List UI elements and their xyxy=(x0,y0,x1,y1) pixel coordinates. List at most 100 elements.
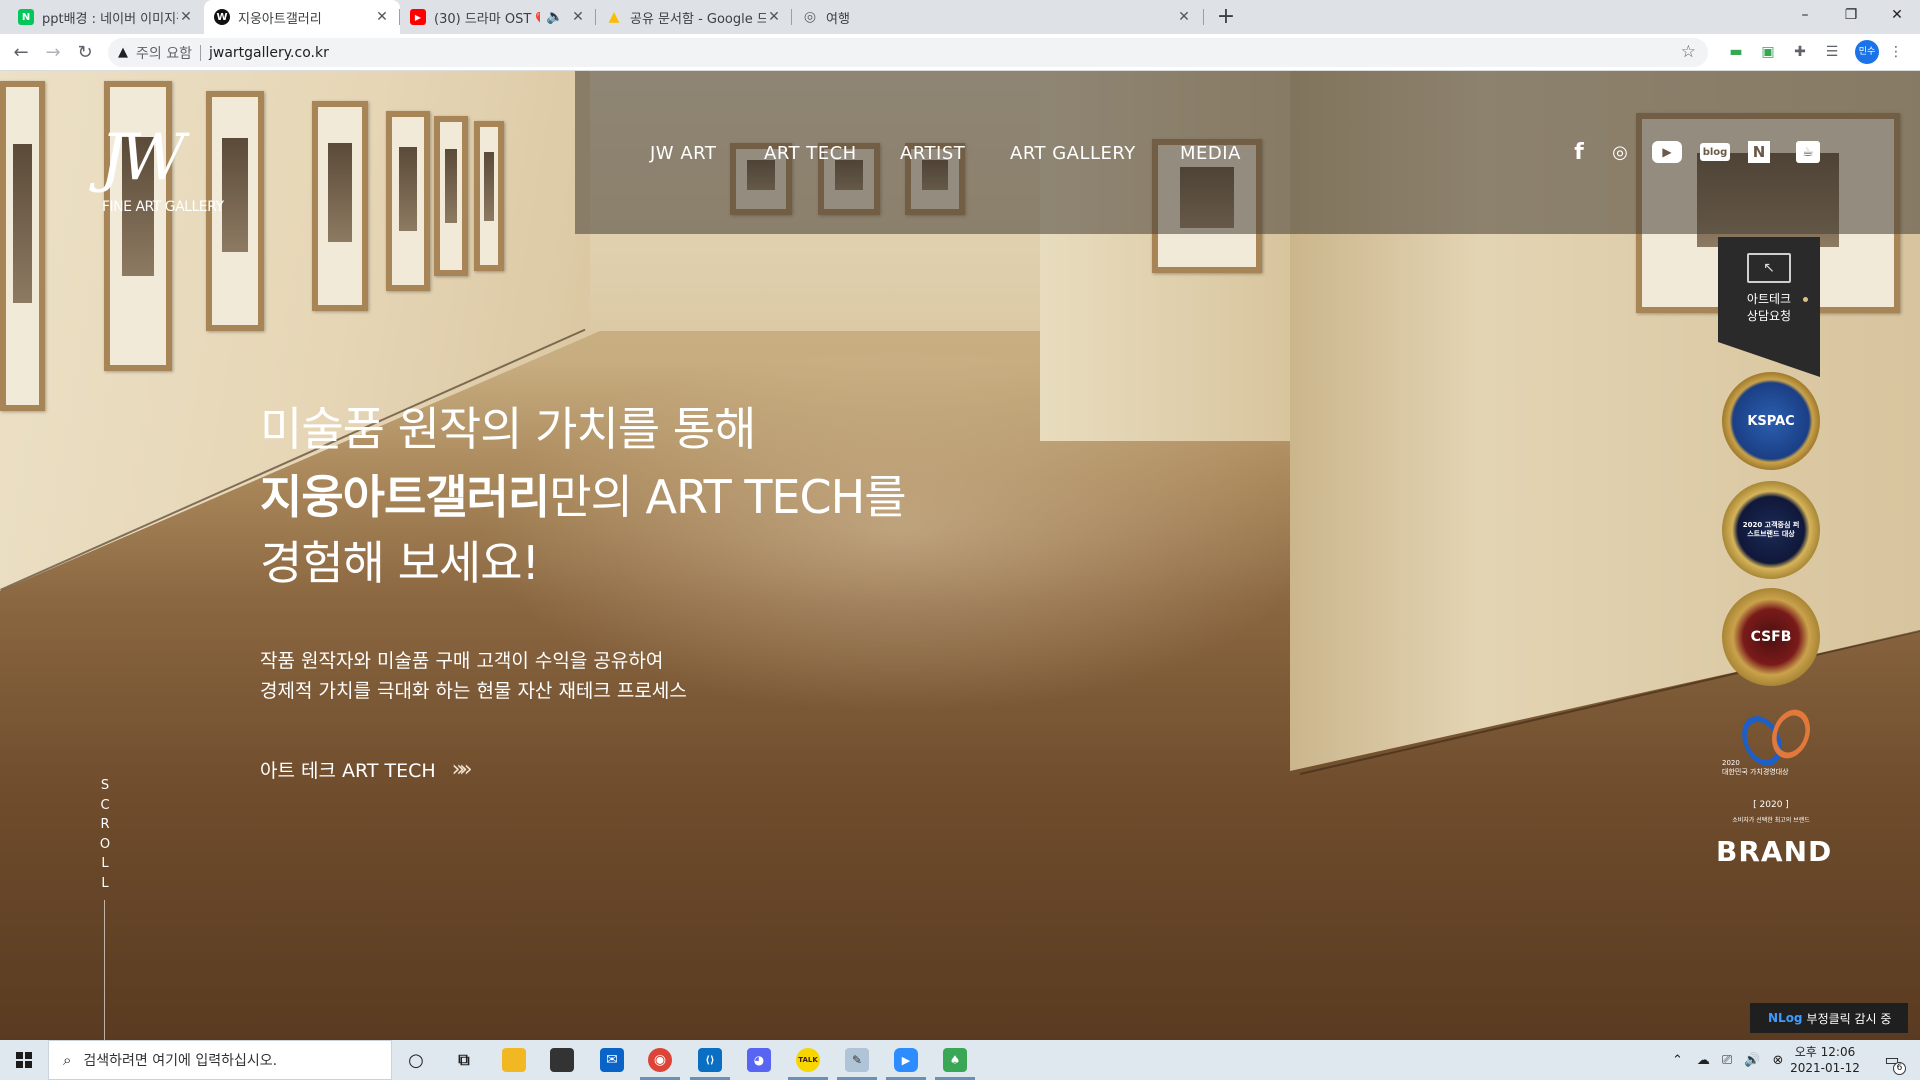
art-tech-link-label: 아트 테크 ART TECH xyxy=(260,760,436,782)
hero-description-line1: 작품 원작자와 미술품 구매 고객이 수익을 공유하여 xyxy=(260,650,664,672)
nav-art-gallery[interactable]: ART GALLERY xyxy=(1010,143,1136,164)
hero-headline-line2: 지웅아트갤러리만의 ART TECH를 xyxy=(260,461,907,527)
extension-chat-icon[interactable]: ▬ xyxy=(1726,42,1746,62)
forward-button[interactable]: → xyxy=(40,40,66,66)
chrome-icon[interactable]: ◉ xyxy=(648,1048,672,1072)
close-tab-icon[interactable]: ✕ xyxy=(1176,9,1192,25)
extensions-puzzle-icon[interactable]: ✚ xyxy=(1790,42,1810,62)
tab-title: 지웅아트갤러리 xyxy=(238,11,322,27)
close-tab-icon[interactable]: ✕ xyxy=(570,9,586,25)
url-text[interactable]: jwartgallery.co.kr xyxy=(209,45,329,61)
tab-travel[interactable]: ◎ 여행 ✕ xyxy=(792,0,1202,34)
discord-icon[interactable]: ◕ xyxy=(747,1048,771,1072)
instagram-icon[interactable]: ◎ xyxy=(1607,139,1633,165)
profile-avatar[interactable]: 민수 xyxy=(1855,40,1879,64)
tab-jiwoong-art-gallery[interactable]: W 지웅아트갤러리 ✕ xyxy=(204,0,400,34)
brand-award-subtitle: 소비자가 선택한 최고의 브랜드 xyxy=(1732,817,1810,824)
logo-mark: JW xyxy=(100,121,185,195)
hero-headline-line2-rest: 만의 ART TECH를 xyxy=(549,470,906,524)
task-view-icon[interactable]: ⧉ xyxy=(452,1048,476,1072)
taskbar-search-placeholder: 검색하려면 여기에 입력하십시오. xyxy=(83,1053,278,1069)
start-button[interactable] xyxy=(0,1040,48,1080)
show-hidden-icons-chevron-icon[interactable]: ⌃ xyxy=(1672,1053,1683,1068)
mail-icon[interactable]: ✉ xyxy=(600,1048,624,1072)
tab-title: 여행 xyxy=(826,11,850,27)
onedrive-cloud-icon[interactable]: ☁ xyxy=(1697,1053,1710,1068)
hero-description-line2: 경제적 가치를 극대화 하는 현물 자산 재테크 프로세스 xyxy=(260,680,687,702)
facebook-icon[interactable]: f xyxy=(1566,139,1592,165)
warning-icon[interactable]: ▲ xyxy=(118,45,128,60)
tab-title: (30) 드라마 OST ❤️ 영화 사 xyxy=(434,11,540,27)
browser-menu-icon[interactable]: ⋮ xyxy=(1886,42,1906,62)
scroll-indicator-letter: O xyxy=(99,836,111,852)
blog-icon[interactable]: blog xyxy=(1700,143,1730,161)
jw-logo[interactable]: JW FINE ART GALLERY xyxy=(100,126,230,226)
brand-award-year: [ 2020 ] xyxy=(1753,800,1789,810)
file-explorer-icon[interactable] xyxy=(502,1048,526,1072)
ime-status-icon[interactable]: ⊗ xyxy=(1773,1053,1784,1068)
globe-favicon-icon: ◎ xyxy=(803,9,817,25)
address-bar[interactable]: ▲ 주의 요함 jwartgallery.co.kr ☆ xyxy=(108,38,1708,67)
paint-icon[interactable]: ✎ xyxy=(845,1048,869,1072)
clock-time: 오후 12:06 xyxy=(1794,1045,1856,1059)
art-tech-link[interactable]: 아트 테크 ART TECH »» xyxy=(260,756,473,783)
painting-frame xyxy=(0,81,45,411)
tab-separator xyxy=(791,9,792,25)
tab-separator xyxy=(1203,9,1204,25)
back-button[interactable]: ← xyxy=(8,40,34,66)
tab-google-drive[interactable]: ▲ 공유 문서함 - Google 드라이브 ✕ xyxy=(596,0,792,34)
taskbar-search-box[interactable]: ⌕ 검색하려면 여기에 입력하십시오. xyxy=(48,1040,392,1080)
cortana-icon[interactable]: ○ xyxy=(404,1048,428,1072)
nlog-brand: NLog xyxy=(1768,1011,1803,1025)
reload-button[interactable]: ↻ xyxy=(72,40,98,66)
notification-count-badge: 6 xyxy=(1893,1062,1906,1075)
mute-tab-icon[interactable]: 🔈 xyxy=(540,9,570,25)
close-window-button[interactable]: ✕ xyxy=(1874,0,1920,30)
minimize-button[interactable]: – xyxy=(1782,0,1828,30)
youtube-icon[interactable]: ▶ xyxy=(1652,141,1682,163)
nav-artist[interactable]: ARTIST xyxy=(900,143,965,164)
painting-frame xyxy=(312,101,368,311)
rings-award-caption: 2020 대한민국 가치경영대상 xyxy=(1722,759,1789,776)
close-tab-icon[interactable]: ✕ xyxy=(766,9,782,25)
volume-icon[interactable]: 🔊 xyxy=(1744,1053,1760,1068)
painting-frame xyxy=(434,116,468,276)
new-tab-button[interactable]: + xyxy=(1213,4,1239,30)
nav-art-tech[interactable]: ART TECH xyxy=(764,143,857,164)
close-tab-icon[interactable]: ✕ xyxy=(374,9,390,25)
security-warning-label[interactable]: 주의 요함 xyxy=(136,43,192,63)
solitaire-icon[interactable]: ♠ xyxy=(943,1048,967,1072)
taskbar-clock[interactable]: 오후 12:06 2021-01-12 xyxy=(1785,1044,1865,1076)
zoom-icon[interactable]: ▶ xyxy=(894,1048,918,1072)
close-tab-icon[interactable]: ✕ xyxy=(178,9,194,25)
browser-toolbar: ← → ↻ ▲ 주의 요함 jwartgallery.co.kr ☆ ▬ ▣ ✚… xyxy=(0,34,1920,71)
maximize-button[interactable]: ❐ xyxy=(1828,0,1874,30)
youtube-favicon-icon: ▶ xyxy=(410,9,426,25)
scroll-indicator-letter: L xyxy=(101,875,109,891)
naver-icon[interactable]: N xyxy=(1748,141,1770,163)
scroll-indicator-line xyxy=(104,900,105,1040)
extension-tv-icon[interactable]: ▣ xyxy=(1758,42,1778,62)
cafe-icon[interactable]: ☕ xyxy=(1796,141,1820,163)
nav-media[interactable]: MEDIA xyxy=(1180,143,1241,164)
tab-title: 공유 문서함 - Google 드라이브 xyxy=(630,11,766,27)
network-icon[interactable]: ⎚ xyxy=(1722,1053,1732,1068)
first-brand-award-badge: 2020 고객중심 퍼스트브랜드 대상 xyxy=(1722,481,1820,579)
omnibox-divider xyxy=(199,44,201,61)
browser-tab-strip: N ppt배경 : 네이버 이미지검색 ✕ W 지웅아트갤러리 ✕ ▶ (30)… xyxy=(0,0,1920,34)
kspac-badge-label: KSPAC xyxy=(1747,413,1795,429)
nlog-click-monitor-badge[interactable]: NLog 부정클릭 감시 중 xyxy=(1750,1003,1908,1033)
bookmark-star-icon[interactable]: ☆ xyxy=(1681,42,1696,62)
microsoft-store-icon[interactable] xyxy=(550,1048,574,1072)
vscode-icon[interactable]: ⟨⟩ xyxy=(698,1048,722,1072)
status-dot-icon xyxy=(1803,297,1808,302)
kakaotalk-icon[interactable]: TALK xyxy=(796,1048,820,1072)
tab-youtube-drama-ost[interactable]: ▶ (30) 드라마 OST ❤️ 영화 사 🔈 ✕ xyxy=(400,0,596,34)
reading-list-icon[interactable]: ☰ xyxy=(1822,42,1842,62)
scroll-indicator-label: SCROLL xyxy=(98,776,112,893)
tab-naver-image-search[interactable]: N ppt배경 : 네이버 이미지검색 ✕ xyxy=(8,0,204,34)
csfb-award-badge: CSFB xyxy=(1722,588,1820,686)
website-hero: JW FINE ART GALLERY JW ART ART TECH ARTI… xyxy=(0,71,1920,1040)
kspac-award-badge: KSPAC xyxy=(1722,372,1820,470)
nav-jw-art[interactable]: JW ART xyxy=(650,143,716,164)
